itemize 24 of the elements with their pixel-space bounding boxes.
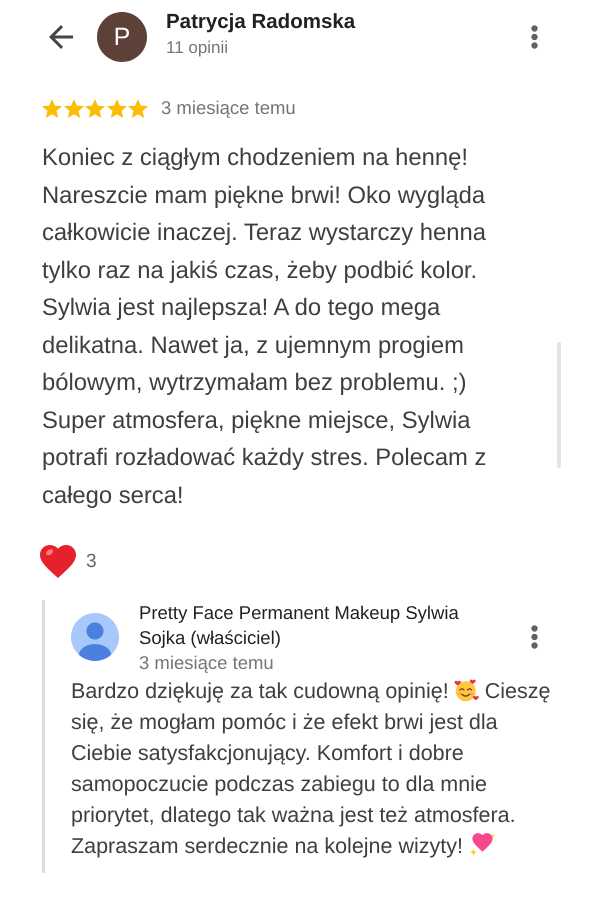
star-icon [106,98,126,118]
person-avatar-icon [71,613,119,661]
reaction-count: 3 [86,550,97,572]
review-count: 11 opinii [166,37,228,59]
sparkling-heart-icon [468,832,496,857]
star-icon [85,98,105,118]
review-text: Koniec z ciągłym chodzeniem na hennę! Nareszcie mam piękne brwi! Oko wygląda całkowicie inaczej. Teraz wystarczy henna tylko raz na jakiś czas, żeby podbić kolor. Sylwia jest najlepsza! A do tego mega delikatna. Nawet ja, z ujemnym progiem bólowym, wytrzymałam bez problemu. ;) Super atmosfera, piękne miejsce, Sylwia potrafi rozładować każdy stres. Polecam z całego serca! [42,143,486,510]
star-icon [42,98,62,118]
reviewer-name[interactable]: Patrycja Radomska [166,10,356,34]
reply-time: 3 miesiące temu [139,651,274,675]
more-options-icon[interactable] [531,625,538,649]
reply-text: Bardzo dziękuję za tak cudowną opinię! [71,679,449,703]
avatar: P [97,12,147,62]
owner-name[interactable]: Pretty Face Permanent Makeup Sylwia Sojka (właściciel) [139,600,484,650]
smiling-face-with-hearts-icon [454,678,479,702]
reply-text: się, że mogłam pomóc i że efekt brwi jest dla Ciebie satysfakcjonujący. Komfort i dobre samopoczucie podczas zabiegu to dla mnie priorytet, dlatego tak ważna jest też atmosfera. [71,709,516,829]
more-options-icon[interactable] [531,25,538,49]
back-arrow-icon[interactable] [49,25,73,49]
star-icon [64,98,84,118]
star-icon [128,98,148,118]
reply-text: Zapraszam serdecznie na kolejne wizyty! [71,834,463,858]
review-time: 3 miesiące temu [161,97,296,119]
reply-text: Cieszę [484,679,550,703]
heart-icon[interactable] [40,545,76,578]
